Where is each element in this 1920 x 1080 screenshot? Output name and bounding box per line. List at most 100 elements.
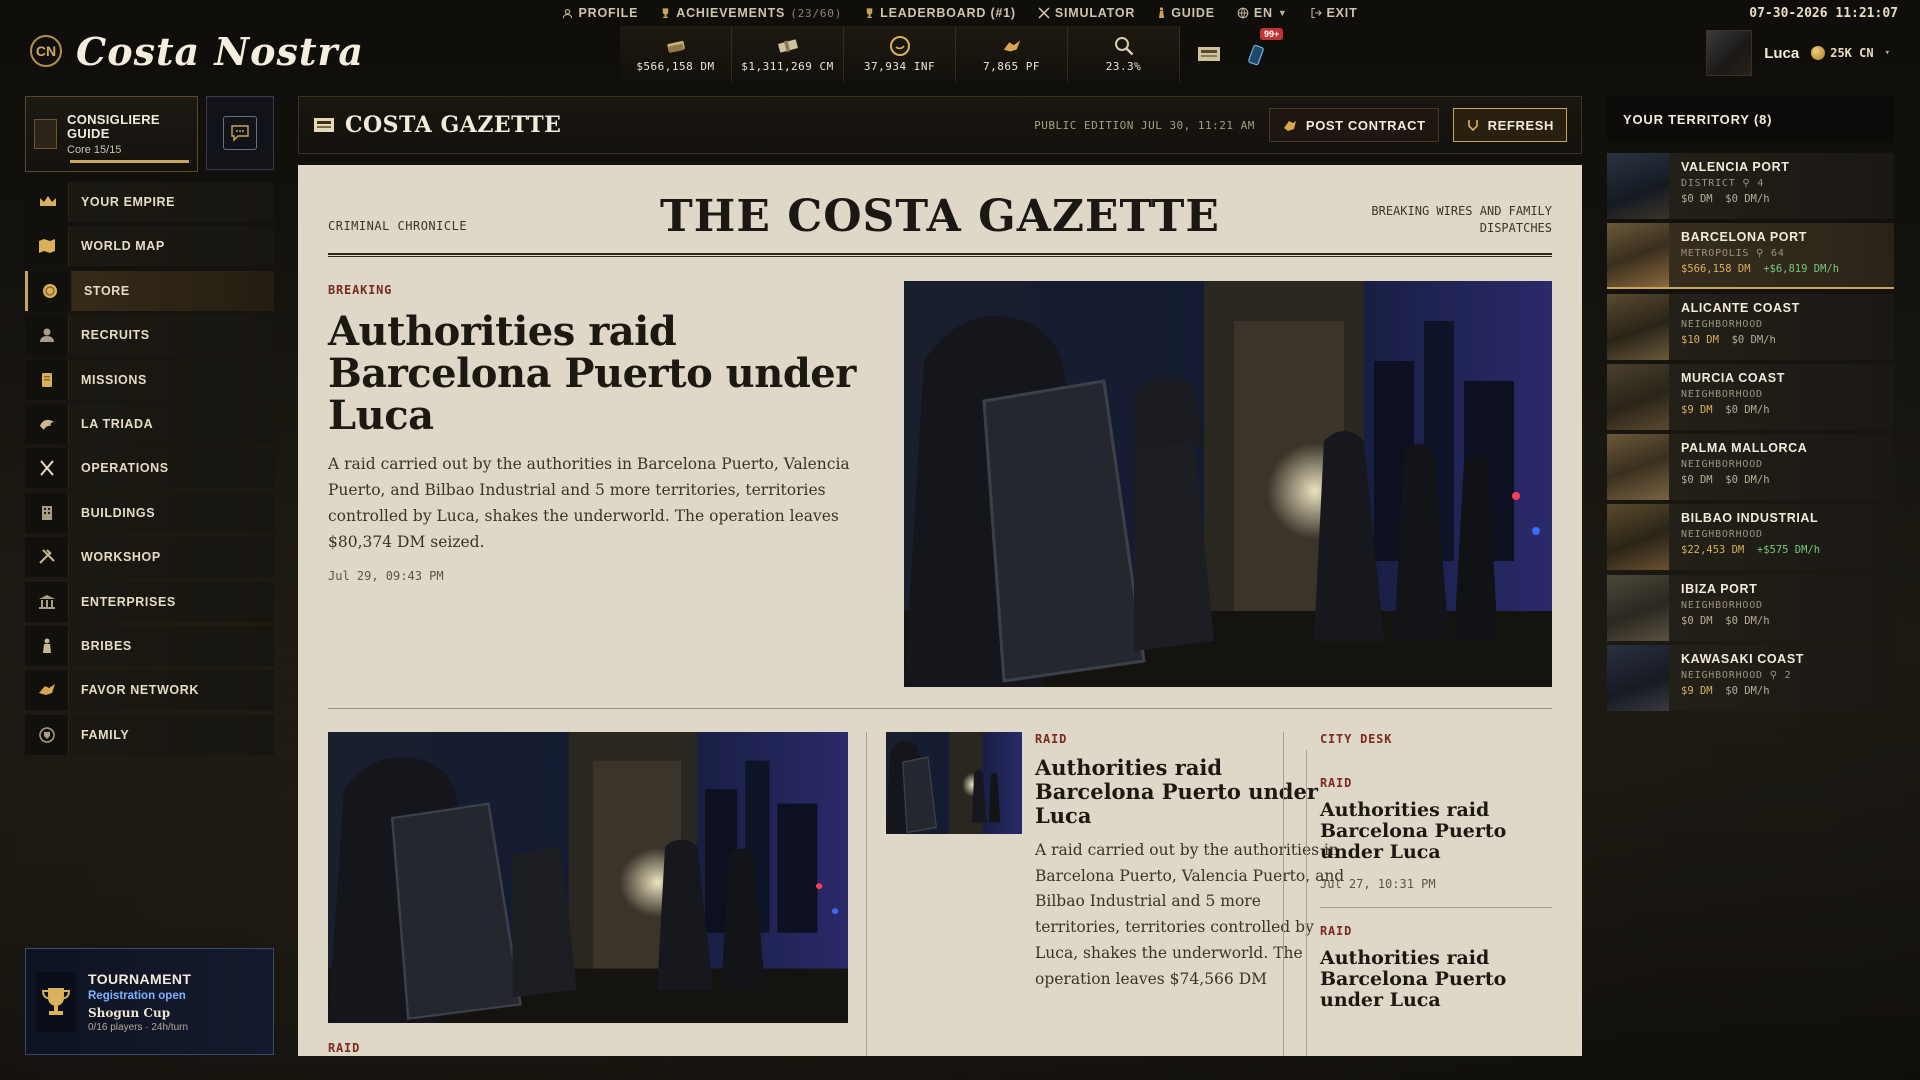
sidebar-item-family[interactable]: FAMILY	[25, 714, 274, 755]
city-desk-item[interactable]: RAID Authorities raid Barcelona Puerto u…	[1320, 776, 1552, 891]
post-contract-button[interactable]: POST CONTRACT	[1268, 108, 1439, 142]
user-profile[interactable]: Luca 25K CN ▾	[1706, 30, 1890, 76]
sidebar-item-label: WORKSHOP	[81, 550, 161, 565]
resource-value: 37,934 INF	[863, 60, 936, 73]
exit-icon	[1310, 7, 1322, 19]
sidebar-item-bribes[interactable]: BRIBES	[25, 625, 274, 666]
territory-values: $0 DM $0 DM/h	[1681, 615, 1770, 627]
city-desk-item[interactable]: RAID Authorities raid Barcelona Puerto u…	[1320, 924, 1552, 1011]
city-desk-headline: Authorities raid Barcelona Puerto under …	[1320, 947, 1507, 1011]
refresh-button[interactable]: REFRESH	[1452, 108, 1567, 142]
territory-item-ibiza-port[interactable]: IBIZA PORT NEIGHBORHOOD $0 DM $0 DM/h	[1607, 574, 1894, 641]
sidebar-item-label: ENTERPRISES	[81, 594, 176, 609]
nav-achievements[interactable]: ACHIEVEMENTS (23/60)	[660, 6, 842, 20]
raid-illustration	[328, 732, 848, 1023]
sidebar-item-favor-network[interactable]: FAVOR NETWORK	[25, 670, 274, 711]
territory-level: 64	[1771, 248, 1785, 260]
masthead-right: BREAKING WIRES AND FAMILY DISPATCHES	[1371, 204, 1552, 235]
territory-balance: $566,158 DM	[1681, 263, 1751, 276]
territory-item-bilbao-industrial[interactable]: BILBAO INDUSTRIAL NEIGHBORHOOD $22,453 DM …	[1607, 504, 1894, 571]
sidebar-item-enterprises[interactable]: ENTERPRISES	[25, 581, 274, 622]
achievements-count: (23/60)	[790, 6, 843, 20]
crossed-swords-icon	[1038, 7, 1050, 19]
territory-level: 4	[1757, 178, 1765, 189]
sidebar-item-operations[interactable]: OPERATIONS	[25, 448, 274, 489]
resource-value: 7,865 PF	[983, 60, 1040, 73]
nav-profile-label: PROFILE	[578, 6, 639, 20]
territory-name: VALENCIA PORT	[1681, 160, 1790, 174]
territory-values: $0 DM $0 DM/h	[1681, 474, 1807, 486]
raid-illustration	[886, 732, 1022, 834]
language-select[interactable]: EN ▼	[1237, 6, 1288, 20]
resource-dirty-money[interactable]: $566,158 DM	[620, 26, 732, 82]
territory-rate: $0 DM/h	[1725, 685, 1770, 698]
territory-type-row: NEIGHBORHOOD	[1681, 389, 1785, 400]
phone-icon[interactable]: 99+	[1246, 28, 1284, 66]
refresh-label: REFRESH	[1487, 117, 1554, 133]
newspaper-icon[interactable]	[1196, 44, 1222, 64]
territory-thumbnail	[1607, 363, 1669, 430]
premium-currency: 25K CN ▾	[1811, 46, 1890, 60]
family-crest-icon	[25, 714, 69, 755]
sidebar-item-workshop[interactable]: WORKSHOP	[25, 537, 274, 578]
city-desk-kicker: RAID	[1320, 776, 1353, 790]
lead-image[interactable]	[904, 281, 1552, 687]
sidebar-item-buildings[interactable]: BUILDINGS	[25, 492, 274, 533]
sidebar-item-label: FAMILY	[81, 727, 130, 742]
territory-values: $566,158 DM +$6,819 DM/h	[1681, 263, 1839, 275]
sidebar-item-world-map[interactable]: WORLD MAP	[25, 226, 274, 267]
resource-influence[interactable]: 37,934 INF	[844, 26, 956, 82]
logo[interactable]: CN Costa Nostra	[30, 26, 364, 76]
secondary-image[interactable]	[328, 732, 848, 1023]
chat-button[interactable]	[206, 96, 274, 170]
top-navigation: PROFILE ACHIEVEMENTS (23/60) LEADERBOARD…	[0, 0, 1920, 26]
money-bundle-icon	[777, 35, 799, 57]
nav-simulator-label: SIMULATOR	[1054, 6, 1136, 20]
territory-values: $9 DM $0 DM/h	[1681, 685, 1804, 697]
territory-item-murcia-coast[interactable]: MURCIA COAST NEIGHBORHOOD $9 DM $0 DM/h	[1607, 363, 1894, 430]
territory-item-barcelona-port[interactable]: BARCELONA PORT METROPOLIS ⚲ 64 $566,158 DM…	[1607, 223, 1894, 290]
sidebar-item-label: YOUR EMPIRE	[81, 195, 176, 209]
chevron-down-icon: ▾	[1884, 48, 1890, 58]
crossed-knives-icon	[25, 448, 69, 489]
dragon-icon	[25, 403, 69, 444]
nav-guide[interactable]: GUIDE	[1157, 6, 1215, 20]
sidebar-item-your-empire[interactable]: YOUR EMPIRE	[25, 182, 274, 222]
sidebar-item-la-triada[interactable]: LA TRIADA	[25, 403, 274, 444]
territory-list: VALENCIA PORT DISTRICT ⚲ 4 $0 DM $0 DM/h BA…	[1607, 153, 1894, 715]
territory-item-palma-mallorca[interactable]: PALMA MALLORCA NEIGHBORHOOD $0 DM $0 DM/h	[1607, 434, 1894, 501]
sidebar-item-recruits[interactable]: RECRUITS	[25, 315, 274, 356]
sidebar-item-label: MISSIONS	[81, 372, 147, 387]
mid-thumbnail[interactable]	[886, 732, 1022, 834]
territory-item-valencia-port[interactable]: VALENCIA PORT DISTRICT ⚲ 4 $0 DM $0 DM/h	[1607, 153, 1894, 219]
mid-article[interactable]: RAID Authorities raid Barcelona Puerto u…	[1035, 732, 1345, 992]
scroll-icon	[25, 359, 69, 400]
territory-thumbnail	[1607, 574, 1669, 641]
resource-clean-money[interactable]: $1,311,269 CM	[732, 26, 844, 82]
sidebar-item-label: RECRUITS	[81, 328, 150, 343]
territory-thumbnail	[1607, 434, 1669, 501]
magnifier-icon	[1113, 35, 1135, 57]
edition-label: PUBLIC EDITION JUL 30, 11:21 AM	[1034, 118, 1255, 132]
sidebar-item-missions[interactable]: MISSIONS	[25, 359, 274, 400]
territory-item-alicante-coast[interactable]: ALICANTE COAST NEIGHBORHOOD $10 DM $0 DM/h	[1607, 293, 1894, 360]
tournament-card[interactable]: TOURNAMENT Registration open Shogun Cup …	[25, 948, 274, 1055]
tournament-name: Shogun Cup	[88, 1005, 171, 1020]
nav-exit[interactable]: EXIT	[1310, 6, 1358, 20]
crown-icon	[25, 182, 69, 222]
resource-favor[interactable]: 7,865 PF	[956, 26, 1068, 82]
sidebar-item-store[interactable]: STORE	[25, 270, 274, 311]
nav-simulator[interactable]: SIMULATOR	[1038, 6, 1135, 20]
sidebar-item-label: BUILDINGS	[81, 505, 156, 520]
person-icon	[563, 8, 573, 18]
logo-text: Costa Nostra	[76, 28, 365, 74]
level-icon: ⚲	[1756, 248, 1765, 260]
territory-balance: $9 DM	[1681, 403, 1713, 416]
consigliere-guide-card[interactable]: CONSIGLIERE GUIDE Core 15/15	[25, 96, 198, 172]
lead-article[interactable]: BREAKING Authorities raid Barcelona Puer…	[328, 283, 868, 583]
territory-item-kawasaki-coast[interactable]: KAWASAKI COAST NEIGHBORHOOD ⚲ 2 $9 DM $0 D…	[1607, 645, 1894, 712]
nav-profile[interactable]: PROFILE	[562, 6, 638, 20]
tournament-title: TOURNAMENT	[88, 970, 192, 987]
resource-heat[interactable]: 23.3%	[1068, 26, 1180, 82]
nav-leaderboard[interactable]: LEADERBOARD (#1)	[864, 6, 1016, 20]
